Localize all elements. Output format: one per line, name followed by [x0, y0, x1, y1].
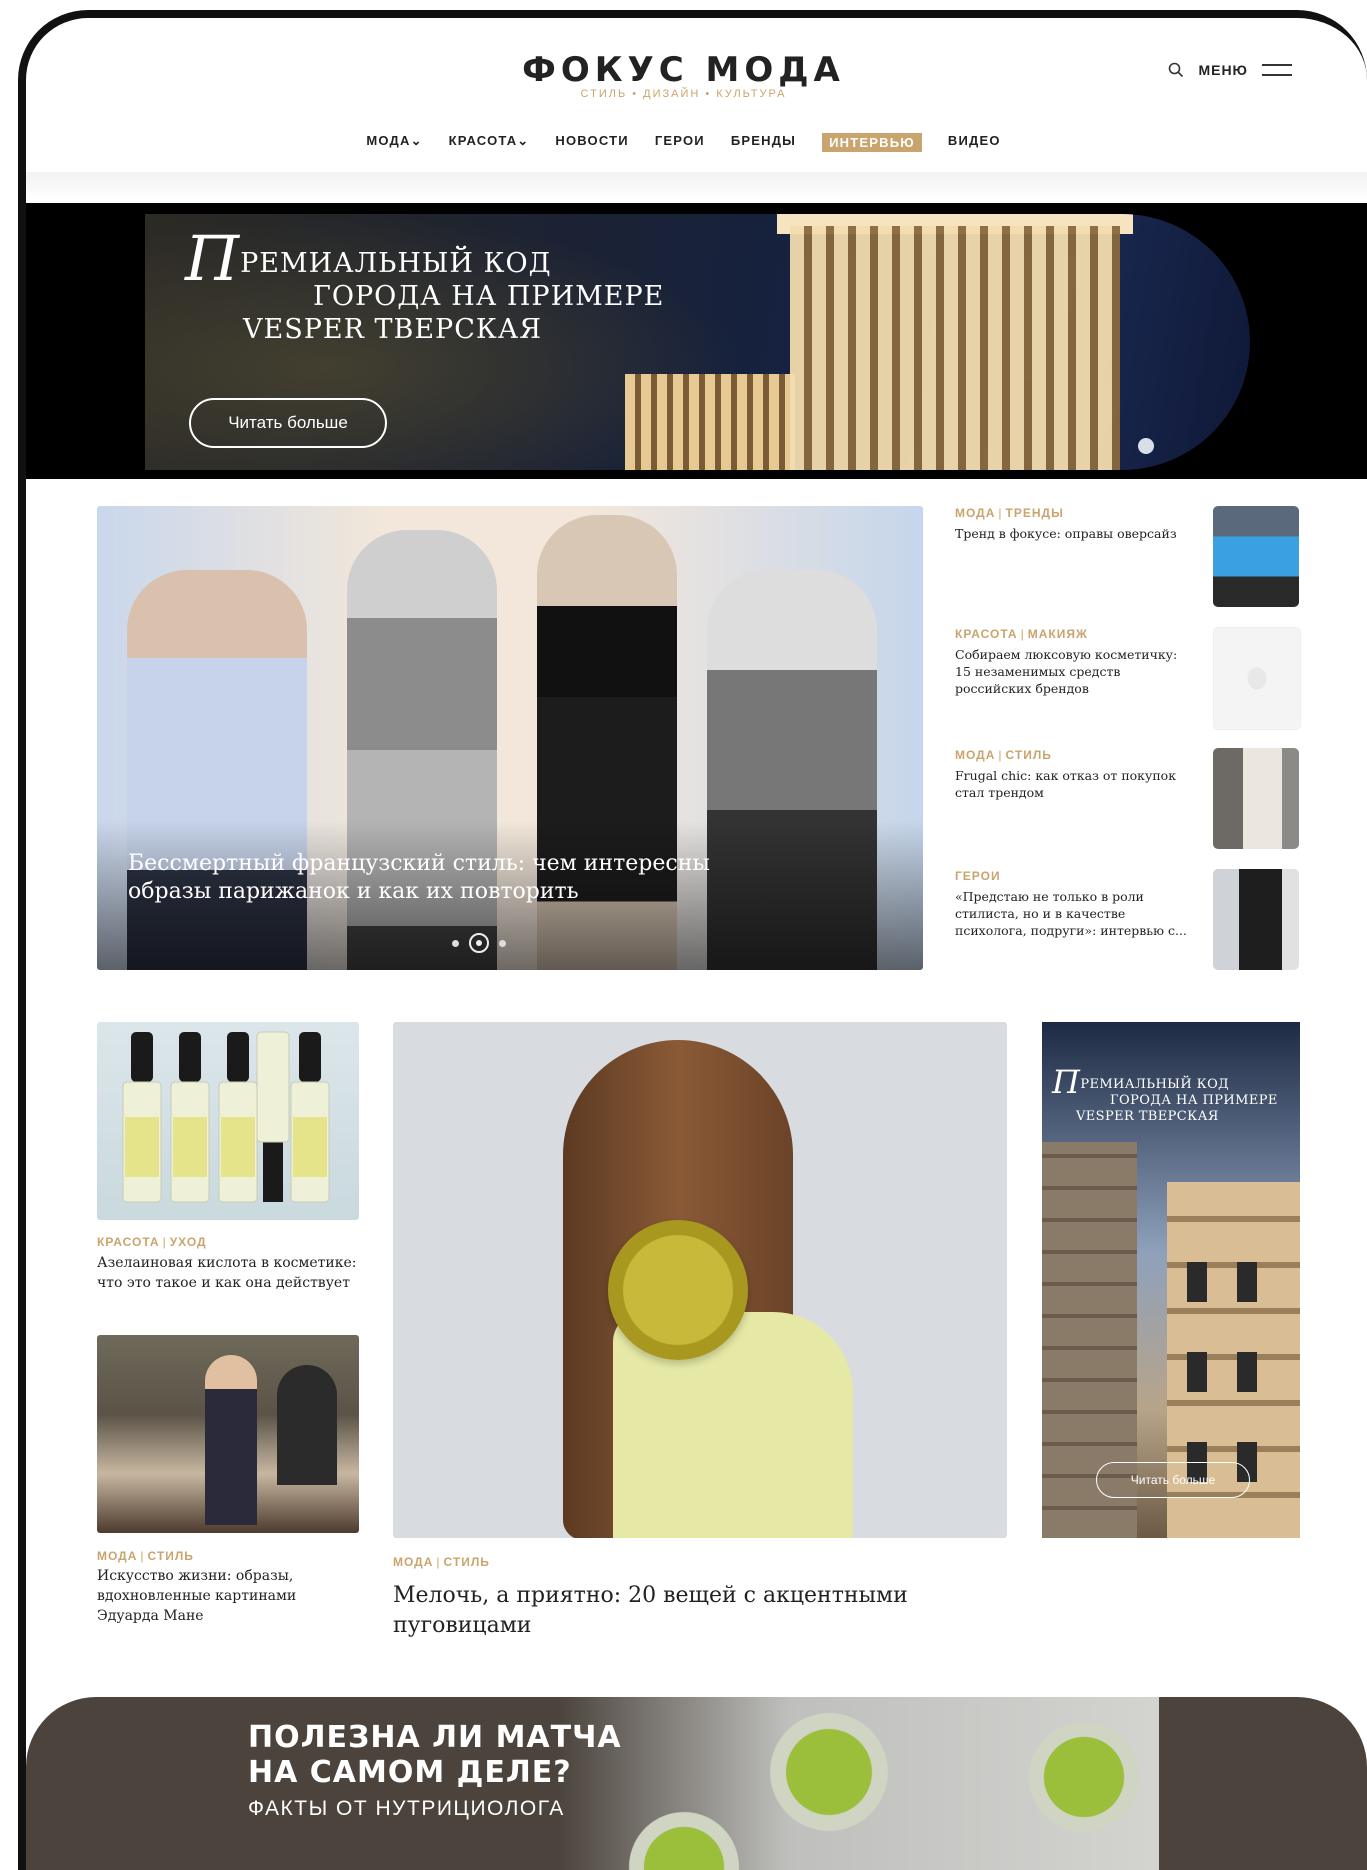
header-actions: МЕНЮ: [1168, 62, 1292, 78]
banner-title-line3: VESPER ТВЕРСКАЯ: [243, 314, 543, 345]
card-category-button: МОДА | СТИЛЬ: [393, 1555, 490, 1569]
banner-building: [790, 226, 1120, 470]
hero-dot-active[interactable]: [469, 933, 489, 953]
card-image-button[interactable]: [393, 1022, 1007, 1538]
side-ad-title-line1: РЕМИАЛЬНЫЙ КОД: [1080, 1077, 1230, 1092]
side-article-title[interactable]: «Предстаю не только в роли стилиста, но …: [955, 888, 1187, 939]
card-image-serum[interactable]: [97, 1022, 359, 1220]
nav-item-krasota[interactable]: КРАСОТА⌄: [449, 133, 530, 152]
side-article-title[interactable]: Собираем люксовую косметичку: 15 незамен…: [955, 646, 1187, 697]
bottom-ad-headline-line2: НА САМОМ ДЕЛЕ?: [248, 1755, 572, 1790]
side-article[interactable]: МОДА | СТИЛЬ Frugal chic: как отказ от пок…: [955, 748, 1300, 852]
banner-read-more-button[interactable]: Читать больше: [189, 398, 387, 448]
banner-title-cap: П: [185, 222, 241, 295]
nav-item-intervyu[interactable]: ИНТЕРВЬЮ: [822, 133, 922, 152]
card-category-manet: МОДА | СТИЛЬ: [97, 1549, 194, 1563]
menu-label[interactable]: МЕНЮ: [1198, 62, 1248, 78]
side-article-thumbnail[interactable]: [1213, 869, 1299, 970]
hero-dot[interactable]: [499, 939, 506, 947]
nav-item-video[interactable]: ВИДЕО: [948, 133, 1001, 152]
hero-pagination: [452, 933, 506, 953]
card-title-manet[interactable]: Искусство жизни: образы, вдохновленные к…: [97, 1566, 327, 1626]
nav-item-moda[interactable]: МОДА⌄: [366, 133, 422, 152]
site-logo[interactable]: ФОКУС МОДА: [26, 50, 1367, 90]
painting-figure: [205, 1355, 257, 1525]
bottom-ad-headline: ПОЛЕЗНА ЛИ МАТЧА НА САМОМ ДЕЛЕ?: [248, 1720, 622, 1790]
side-article[interactable]: КРАСОТА | МАКИЯЖ Собираем люксовую космети…: [955, 627, 1301, 731]
side-article-title[interactable]: Тренд в фокусе: оправы оверсайз: [955, 525, 1187, 542]
side-article-title[interactable]: Frugal chic: как отказ от покупок стал т…: [955, 767, 1187, 801]
side-ad-read-more-button[interactable]: Читать больше: [1096, 1462, 1250, 1498]
card-category-serum: КРАСОТА | УХОД: [97, 1235, 207, 1249]
matcha-cup: [614, 1797, 754, 1870]
nav-item-geroi[interactable]: ГЕРОИ: [655, 133, 705, 152]
side-ad-title-line2: ГОРОДА НА ПРИМЕРЕ: [1110, 1093, 1278, 1108]
painting-figure: [277, 1365, 337, 1485]
site-tagline: СТИЛЬ • ДИЗАЙН • КУЛЬТУРА: [580, 88, 787, 100]
banner-title-line1: РЕМИАЛЬНЫЙ КОД: [240, 248, 552, 279]
side-article-thumbnail[interactable]: [1213, 506, 1299, 607]
device-frame: ФОКУС МОДА СТИЛЬ • ДИЗАЙН • КУЛЬТУРА МЕН…: [18, 10, 1367, 1870]
banner-title: ПРЕМИАЛЬНЫЙ КОД ГОРОДА НА ПРИМЕРЕ VESPER…: [185, 228, 665, 346]
card-image-manet[interactable]: [97, 1335, 359, 1533]
hamburger-icon[interactable]: [1262, 64, 1292, 76]
photo-button: [608, 1220, 748, 1360]
search-icon[interactable]: [1168, 62, 1184, 78]
side-article-thumbnail[interactable]: [1213, 627, 1301, 730]
banner-pagination-dot[interactable]: [1138, 438, 1154, 454]
top-ad-banner[interactable]: ПРЕМИАЛЬНЫЙ КОД ГОРОДА НА ПРИМЕРЕ VESPER…: [145, 214, 1250, 470]
side-article[interactable]: ГЕРОИ «Предстаю не только в роли стилист…: [955, 869, 1300, 973]
nav-item-brendy[interactable]: БРЕНДЫ: [731, 133, 796, 152]
bottom-ad-subtitle: ФАКТЫ ОТ НУТРИЦИОЛОГА: [248, 1797, 565, 1820]
side-ad-title-cap: П: [1052, 1063, 1081, 1101]
bottom-ad-headline-line1: ПОЛЕЗНА ЛИ МАТЧА: [248, 1720, 622, 1755]
hero-dot[interactable]: [452, 939, 459, 947]
card-title-serum[interactable]: Азелаиновая кислота в косметике: что это…: [97, 1253, 367, 1293]
main-nav: МОДА⌄ КРАСОТА⌄ НОВОСТИ ГЕРОИ БРЕНДЫ ИНТЕ…: [26, 133, 1367, 152]
hero-slide[interactable]: Бессмертный французский стиль: чем интер…: [97, 506, 923, 970]
banner-title-line2: ГОРОДА НА ПРИМЕРЕ: [313, 281, 665, 312]
side-ad-title: ПРЕМИАЛЬНЫЙ КОД ГОРОДА НА ПРИМЕРЕ VESPER…: [1052, 1066, 1297, 1125]
matcha-cup: [1014, 1707, 1154, 1847]
hero-title[interactable]: Бессмертный французский стиль: чем интер…: [128, 850, 768, 906]
card-title-button[interactable]: Мелочь, а приятно: 20 вещей с акцентными…: [393, 1581, 953, 1641]
serum-bottles: [122, 1031, 330, 1203]
side-article-thumbnail[interactable]: [1213, 748, 1299, 849]
side-article[interactable]: МОДА | ТРЕНДЫ Тренд в фокусе: оправы оверс…: [955, 506, 1300, 610]
side-ad-title-line3: VESPER ТВЕРСКАЯ: [1076, 1109, 1219, 1124]
bottom-ad-banner[interactable]: [26, 1697, 1367, 1870]
header-divider: [26, 172, 1367, 202]
nav-item-novosti[interactable]: НОВОСТИ: [555, 133, 628, 152]
matcha-cup: [754, 1697, 904, 1847]
side-ad-banner[interactable]: ПРЕМИАЛЬНЫЙ КОД ГОРОДА НА ПРИМЕРЕ VESPER…: [1042, 1022, 1300, 1538]
banner-building-side: [625, 374, 795, 470]
